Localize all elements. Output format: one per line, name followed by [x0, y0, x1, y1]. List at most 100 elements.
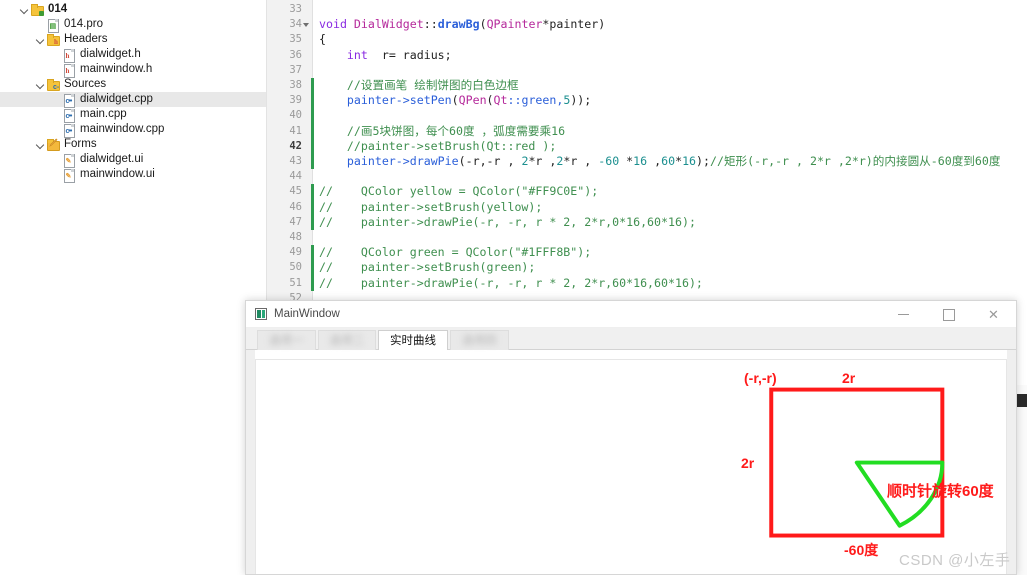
chevron-down-icon[interactable] [34, 141, 46, 149]
fold-toggle-icon[interactable] [301, 17, 310, 32]
mainwindow-titlebar[interactable]: MainWindow ✕ [246, 301, 1016, 328]
tree-item-main-cpp[interactable]: c•• main.cpp [0, 107, 266, 122]
change-marker [311, 108, 314, 124]
tree-item-label: Headers [64, 33, 108, 45]
header-file-icon: h [62, 48, 76, 61]
tab-label: 选项四 [462, 335, 497, 347]
change-marker [311, 93, 314, 109]
code-line: void DialWidget::drawBg(QPainter*painter… [319, 17, 606, 32]
drawing-canvas[interactable]: (-r,-r) 2r 2r 顺时针旋转60度 -60度 [255, 359, 1007, 574]
tab-label: 选项二 [329, 335, 365, 347]
minimize-button[interactable] [881, 301, 926, 328]
tree-item-014-pro[interactable]: ▤ 014.pro [0, 17, 266, 32]
line-number: 37 [289, 63, 302, 76]
line-number: 36 [289, 48, 302, 61]
tree-item-label: mainwindow.h [80, 63, 153, 75]
folder-sources-icon: c- [53, 84, 60, 91]
line-number: 44 [289, 170, 302, 183]
code-line: int r= radius; [346, 47, 452, 62]
line-number: 51 [289, 276, 302, 289]
chevron-down-icon[interactable] [34, 36, 46, 44]
tree-item-014[interactable]: 014 [0, 2, 266, 17]
tree-item-label: Forms [64, 138, 97, 150]
mainwindow-tabbar[interactable]: 选项一 选项二 实时曲线 选项四 [246, 328, 1016, 350]
tree-item-label: Sources [64, 78, 107, 90]
change-marker [311, 154, 314, 170]
dialog-right-strip [1007, 350, 1016, 574]
line-number: 42 [289, 139, 302, 152]
folder-forms-icon [46, 138, 60, 151]
code-line: // painter->setBrush(yellow); [319, 199, 543, 214]
change-marker [311, 138, 314, 154]
editor-gutter: 33 34 35 36 37 38 39 40 41 42 43 44 45 46 47 48 49 50 51 52 [267, 0, 313, 310]
line-number: 40 [289, 109, 302, 122]
ui-file-icon: ✎ [62, 168, 76, 181]
tree-item-dialwidget-h[interactable]: h dialwidget.h [0, 47, 266, 62]
csdn-watermark: CSDN @小左手 [899, 552, 1011, 569]
tab-active[interactable]: 实时曲线 [378, 330, 448, 350]
line-number: 35 [289, 33, 302, 46]
close-button[interactable]: ✕ [971, 301, 1016, 328]
project-tree-panel: 014 ▤ 014.pro h Headers h dialwidget.h h mainwin… [0, 0, 267, 575]
tree-item-forms[interactable]: Forms [0, 137, 266, 152]
line-number: 49 [289, 246, 302, 259]
tree-item-label: main.cpp [80, 108, 127, 120]
change-marker [311, 245, 314, 261]
tree-item-headers[interactable]: h Headers [0, 32, 266, 47]
window-controls: ✕ [881, 301, 1016, 328]
line-number: 46 [289, 200, 302, 213]
pie-diagram [769, 387, 945, 538]
tree-item-mainwindow-cpp[interactable]: c•• mainwindow.cpp [0, 122, 266, 137]
code-line: //设置画笔 绘制饼图的白色边框 [319, 78, 519, 92]
tab-item-1[interactable]: 选项二 [317, 330, 376, 350]
pro-file-icon: ▤ [46, 18, 60, 31]
line-number: 33 [289, 3, 302, 15]
line-number: 50 [289, 261, 302, 274]
tree-item-mainwindow-h[interactable]: h mainwindow.h [0, 62, 266, 77]
code-line: // QColor yellow = QColor("#FF9C0E"); [319, 184, 599, 199]
app-icon [255, 308, 267, 320]
window-title: MainWindow [274, 308, 340, 320]
tree-item-label: 014.pro [64, 18, 104, 30]
folder-project-icon [30, 3, 44, 16]
change-marker [311, 214, 314, 230]
code-line: //painter->setBrush(Qt::red ); [319, 138, 557, 153]
ui-file-icon: ✎ [62, 153, 76, 166]
chevron-down-icon[interactable] [34, 81, 46, 89]
code-line: // painter->setBrush(green); [319, 260, 536, 275]
tree-item-sources[interactable]: c- Sources [0, 77, 266, 92]
mainwindow-dialog[interactable]: MainWindow ✕ 选项一 选项二 实时曲线 选项四 (-r,-r) 2r 2r… [245, 300, 1017, 575]
change-marker [311, 275, 314, 291]
label-rotation: 顺时针旋转60度 [887, 483, 994, 500]
tree-item-label: dialwidget.ui [80, 153, 144, 165]
tree-item-label: 014 [48, 3, 68, 15]
tree-item-mainwindow-ui[interactable]: ✎ mainwindow.ui [0, 167, 266, 182]
tab-item-3[interactable]: 选项四 [450, 330, 509, 350]
cpp-file-icon: c•• [62, 123, 76, 136]
line-number: 45 [289, 185, 302, 198]
line-number: 38 [289, 79, 302, 91]
line-number: 34 [289, 18, 302, 31]
tree-item-dialwidget-ui[interactable]: ✎ dialwidget.ui [0, 152, 266, 167]
code-editor[interactable]: 33 34 35 36 37 38 39 40 41 42 43 44 45 46 47 48 49 50 51 52… [267, 0, 1027, 310]
line-number: 48 [289, 231, 302, 243]
change-marker [311, 123, 314, 139]
tree-item-label: mainwindow.cpp [80, 123, 165, 135]
maximize-button[interactable] [926, 301, 971, 328]
label-height: 2r [741, 455, 755, 471]
tree-item-label: dialwidget.cpp [80, 93, 153, 105]
tab-label: 选项一 [269, 335, 304, 347]
tree-item-dialwidget-cpp[interactable]: c•• dialwidget.cpp [0, 92, 266, 107]
tab-item-0[interactable]: 选项一 [257, 330, 316, 350]
label-corner: (-r,-r) [744, 370, 777, 386]
line-number: 47 [289, 215, 302, 228]
label-width: 2r [842, 370, 856, 386]
line-number: 43 [289, 155, 302, 167]
chevron-down-icon[interactable] [18, 6, 30, 14]
change-marker [311, 199, 314, 215]
dialog-left-strip [246, 350, 255, 574]
code-line: painter->setPen(QPen(Qt::green,5)); [319, 93, 592, 108]
code-line: // painter->drawPie(-r, -r, r * 2, 2*r,6… [319, 275, 703, 290]
line-number: 41 [289, 124, 302, 137]
tree-item-label: mainwindow.ui [80, 168, 155, 180]
